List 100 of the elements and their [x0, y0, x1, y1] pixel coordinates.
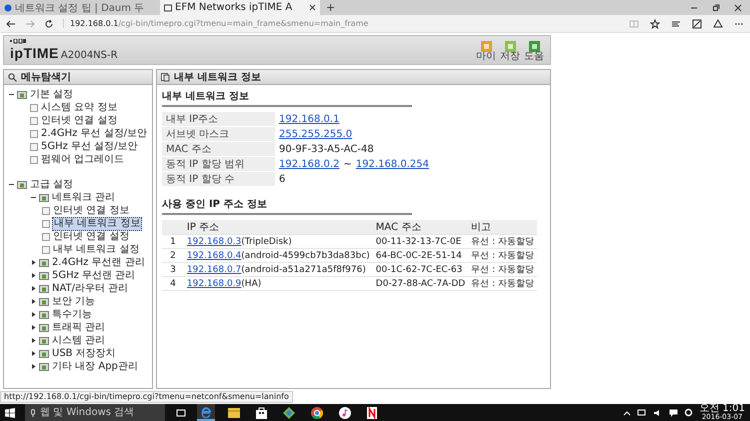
- host-name: (TripleDisk): [241, 236, 292, 246]
- folder-icon: [39, 193, 49, 202]
- tree-item[interactable]: NAT/라우터 관리: [51, 282, 130, 294]
- tree-item[interactable]: 기본 설정: [29, 88, 74, 100]
- star-icon[interactable]: [650, 18, 660, 28]
- tree-item[interactable]: 인터넷 연결 정보: [52, 204, 130, 216]
- host-name: (android-4599cb7b3da83bc): [241, 250, 370, 260]
- folder-icon: [17, 180, 27, 189]
- section-heading: 내부 네트워크 정보: [162, 87, 412, 107]
- ip-link[interactable]: 192.168.0.4: [186, 250, 242, 260]
- browser-tab[interactable]: EFM Networks ipTIME A: [160, 0, 320, 15]
- chrome-icon[interactable]: [311, 406, 323, 418]
- table-cell: 무선 : 자동할당: [468, 248, 537, 262]
- close-icon[interactable]: [309, 4, 316, 11]
- expander-icon[interactable]: [30, 194, 37, 201]
- table-cell: D0-27-88-AC-7A-DD: [372, 276, 468, 290]
- hub-icon[interactable]: [671, 18, 681, 28]
- task-view-icon[interactable]: [175, 408, 187, 418]
- field-label: 동적 IP 할당 수: [162, 172, 275, 186]
- host-name: (HA): [241, 278, 262, 288]
- diamond-icon[interactable]: [283, 406, 295, 418]
- row-number: 3: [162, 262, 184, 276]
- chevron-up-icon[interactable]: [623, 410, 632, 416]
- tree-item[interactable]: 고급 설정: [29, 178, 74, 190]
- browser-e-icon[interactable]: [200, 406, 212, 418]
- expander-icon[interactable]: [30, 298, 37, 305]
- tree-item[interactable]: 내부 네트워크 정보: [52, 216, 142, 230]
- field-label: 동적 IP 할당 범위: [162, 156, 275, 172]
- tree-item[interactable]: 시스템 요약 정보: [40, 102, 118, 114]
- ip-link[interactable]: 192.168.0.9: [186, 278, 242, 288]
- tree-item[interactable]: 펌웨어 업그레이드: [40, 154, 126, 166]
- value-link[interactable]: 192.168.0.2: [279, 158, 340, 170]
- value-link[interactable]: 255.255.255.0: [279, 128, 352, 140]
- tree-item[interactable]: 인터넷 연결 설정: [40, 114, 118, 126]
- tree-item[interactable]: 2.4GHz 무선랜 관리: [51, 256, 146, 268]
- search-field[interactable]: 웹 및 Windows 검색: [25, 404, 165, 421]
- panel-title: 내부 네트워크 정보: [174, 71, 261, 84]
- expander-icon[interactable]: [30, 285, 37, 292]
- value-link[interactable]: 192.168.0.1: [279, 114, 340, 124]
- tree-item[interactable]: 기타 내장 App관리: [51, 360, 139, 372]
- refresh-icon[interactable]: [44, 18, 54, 28]
- search-icon: [8, 72, 17, 82]
- field-label: 내부 IP주소: [162, 112, 275, 126]
- expander-icon[interactable]: [8, 181, 15, 188]
- message-icon[interactable]: [669, 408, 678, 416]
- table-cell: 무선 : 자동할당: [468, 262, 537, 276]
- ip-link[interactable]: 192.168.0.3: [186, 236, 242, 246]
- panel-title: 메뉴탐색기: [21, 71, 71, 84]
- back-icon[interactable]: [6, 18, 16, 28]
- brand-logo: ipTIME: [10, 45, 59, 61]
- field-label: MAC 주소: [162, 142, 275, 156]
- tree-item[interactable]: 내부 네트워크 설정: [52, 244, 140, 256]
- field-value: 6: [279, 174, 286, 184]
- range-separator: ~: [342, 158, 353, 170]
- tree-item[interactable]: USB 저장장치: [51, 348, 117, 360]
- expander-icon[interactable]: [30, 259, 37, 266]
- expander-icon[interactable]: [30, 350, 37, 357]
- tree-item[interactable]: 네트워크 관리: [51, 192, 116, 204]
- clock-time[interactable]: 오전 1:01: [699, 404, 745, 413]
- model-name: A2004NS-R: [60, 50, 118, 61]
- column-header: MAC 주소: [372, 220, 468, 234]
- music-icon[interactable]: [339, 406, 351, 418]
- site-icon: [4, 4, 12, 12]
- value-link[interactable]: 192.168.0.254: [356, 158, 429, 170]
- browser-tab[interactable]: 네트워크 설정 팁 | Daum 두: [0, 0, 160, 15]
- shopping-bag-icon[interactable]: [256, 406, 267, 418]
- dots-logo-icon: [10, 39, 26, 44]
- expander-icon[interactable]: [30, 337, 37, 344]
- windows-start-icon[interactable]: [5, 408, 15, 418]
- letter-n-icon[interactable]: [367, 406, 377, 418]
- tree-item[interactable]: 트래픽 관리: [51, 322, 106, 334]
- toolbar-button[interactable]: 도움: [524, 41, 544, 62]
- status-url: http://192.168.0.1/cgi-bin/timepro.cgi?tmenu=netconf&smenu=laninfo: [0, 391, 293, 403]
- expander-icon[interactable]: [8, 91, 15, 98]
- host-name: (android-a51a271a5f8f976): [241, 264, 366, 274]
- toolbar-button[interactable]: 저장: [500, 41, 520, 62]
- tree-item[interactable]: 2.4GHz 무선 설정/보안: [40, 128, 148, 140]
- column-header: 비고: [468, 220, 537, 234]
- tree-item[interactable]: 인터넷 연결 설정: [52, 230, 130, 242]
- expander-icon[interactable]: [30, 272, 37, 279]
- expander-icon[interactable]: [30, 324, 37, 331]
- tree-item[interactable]: 시스템 관리: [51, 334, 106, 346]
- table-cell: 유선 : 자동할당: [468, 276, 537, 290]
- tree-item[interactable]: 5GHz 무선 설정/보안: [40, 140, 139, 152]
- expander-icon[interactable]: [30, 363, 37, 370]
- row-number: 1: [162, 234, 184, 248]
- restore-icon[interactable]: [712, 4, 720, 12]
- field-value: 90-9F-33-A5-AC-48: [279, 144, 374, 154]
- expander-icon[interactable]: [30, 311, 37, 318]
- ip-link[interactable]: 192.168.0.7: [186, 264, 242, 274]
- tree-item[interactable]: 보안 기능: [51, 296, 96, 308]
- new-tab-button[interactable]: +: [320, 1, 342, 14]
- tree-item[interactable]: 5GHz 무선랜 관리: [51, 270, 136, 282]
- table-cell: 64-BC-0C-2E-51-14: [372, 248, 468, 262]
- table-cell: 유선 : 자동할당: [468, 234, 537, 248]
- share-icon[interactable]: [713, 18, 723, 28]
- close-icon[interactable]: [734, 4, 742, 12]
- folder-icon[interactable]: [228, 407, 240, 418]
- tree-item[interactable]: 특수기능: [51, 308, 93, 320]
- toolbar-button[interactable]: 마이: [476, 41, 496, 62]
